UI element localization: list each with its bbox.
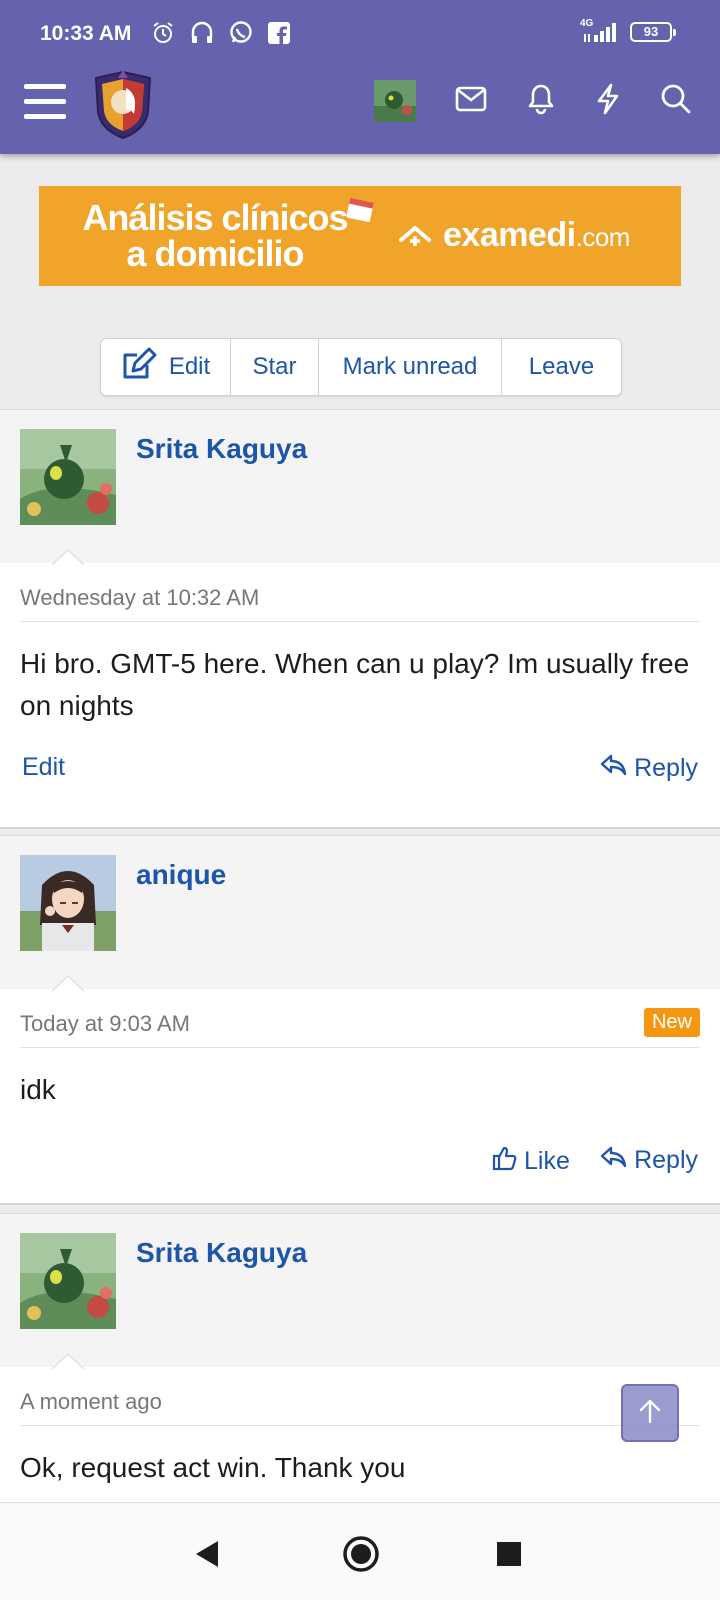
mark-unread-button[interactable]: Mark unread — [319, 339, 502, 395]
whatsapp-icon — [228, 20, 254, 51]
message-date: Wednesday at 10:32 AM — [20, 585, 260, 610]
facebook-icon — [268, 22, 290, 49]
message-text: Ok, request act win. Thank you — [20, 1452, 406, 1483]
mail-icon[interactable] — [455, 86, 487, 117]
ad-brand-suffix: .com — [575, 222, 631, 252]
divider — [20, 1425, 700, 1426]
edit-message-link[interactable]: Edit — [22, 753, 65, 782]
search-icon[interactable] — [660, 83, 692, 120]
avatar[interactable] — [20, 855, 116, 951]
edit-conversation-button[interactable]: Edit — [101, 339, 231, 395]
message-text: Hi bro. GMT-5 here. When can u play? Im … — [20, 648, 690, 721]
thumbs-up-icon — [492, 1145, 518, 1178]
ad-headline: Análisis clínicos — [82, 197, 348, 238]
examedi-logo-icon — [397, 222, 433, 255]
message-date: Today at 9:03 AM — [20, 1011, 190, 1036]
alarm-icon — [150, 20, 176, 51]
divider — [20, 621, 700, 622]
ad-banner[interactable]: Análisis clínicos a domicilio examedi.co… — [39, 186, 681, 286]
ad-subline: a domicilio — [126, 233, 304, 274]
headset-icon — [190, 20, 214, 51]
menu-icon[interactable] — [24, 84, 66, 120]
message-pointer — [52, 549, 84, 565]
new-badge: New — [643, 1008, 700, 1037]
username[interactable]: Srita Kaguya — [136, 1237, 307, 1269]
bolt-icon[interactable] — [595, 83, 621, 120]
username[interactable]: anique — [136, 859, 226, 891]
message-pointer — [52, 975, 84, 991]
home-button[interactable] — [342, 1535, 380, 1578]
calendar-icon — [345, 194, 375, 229]
reply-icon — [600, 1145, 628, 1176]
signal-icon: 4G — [580, 18, 620, 44]
user-avatar[interactable] — [374, 80, 416, 122]
divider — [20, 1047, 700, 1048]
system-nav-bar — [0, 1502, 720, 1600]
reply-button[interactable]: Reply — [600, 753, 698, 784]
recents-button[interactable] — [496, 1541, 522, 1572]
like-button[interactable]: Like — [492, 1145, 570, 1178]
status-time: 10:33 AM — [40, 22, 132, 45]
avatar[interactable] — [20, 429, 116, 525]
bell-icon[interactable] — [526, 83, 556, 120]
status-bar: 10:33 AM 4G 93 — [0, 0, 720, 66]
reply-icon — [600, 753, 628, 784]
site-logo[interactable] — [90, 68, 156, 140]
reply-button[interactable]: Reply — [600, 1145, 698, 1176]
conversation-actions: Edit Star Mark unread Leave — [100, 338, 622, 396]
leave-button[interactable]: Leave — [502, 339, 621, 395]
app-header: 10:33 AM 4G 93 — [0, 0, 720, 154]
message-text: idk — [20, 1074, 56, 1105]
message-pointer — [52, 1353, 84, 1369]
battery-icon: 93 — [630, 22, 676, 42]
back-button[interactable] — [192, 1539, 220, 1574]
star-button[interactable]: Star — [231, 339, 319, 395]
username[interactable]: Srita Kaguya — [136, 433, 307, 465]
message-date: A moment ago — [20, 1389, 162, 1414]
ad-brand: examedi — [443, 216, 576, 254]
edit-icon — [121, 347, 157, 388]
arrow-up-icon — [636, 1397, 664, 1430]
scroll-to-top-button[interactable] — [621, 1384, 679, 1442]
avatar[interactable] — [20, 1233, 116, 1329]
